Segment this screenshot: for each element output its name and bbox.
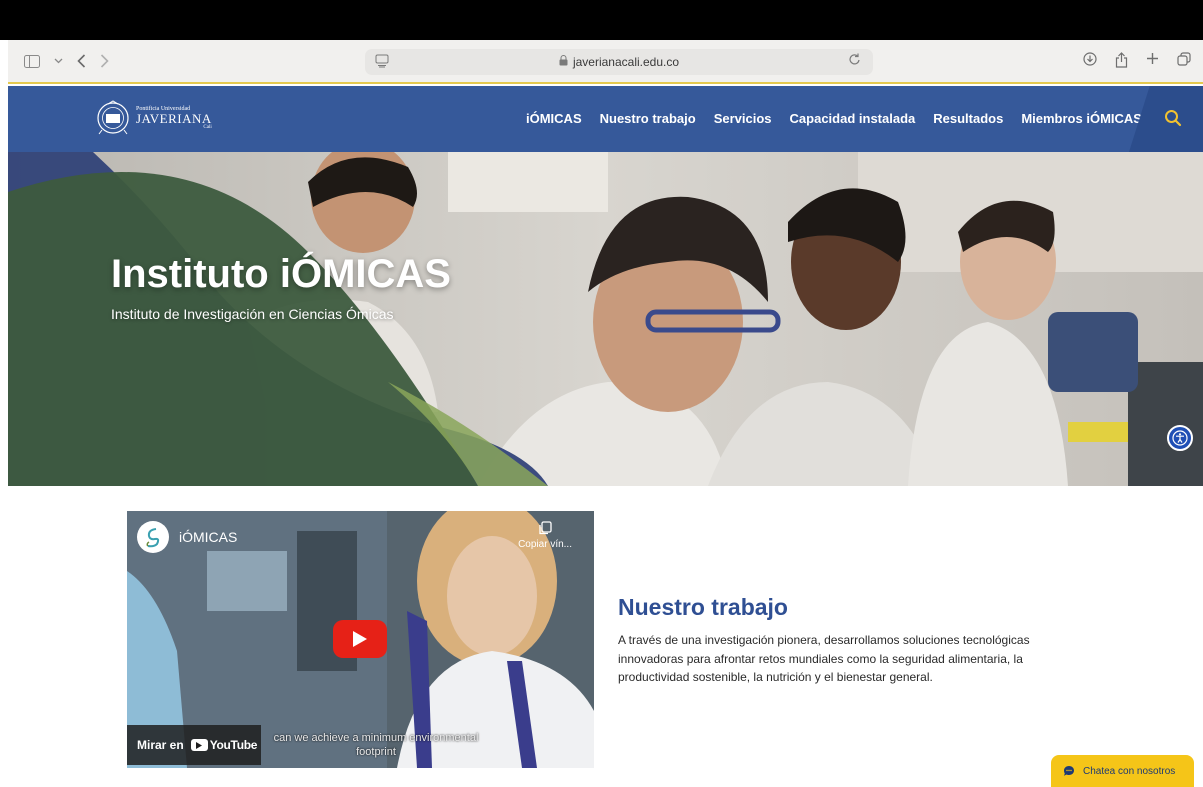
nav-item-iomicas[interactable]: iÓMICAS: [526, 111, 582, 126]
copy-icon: [539, 521, 552, 535]
share-icon[interactable]: [1115, 52, 1128, 73]
watch-on-youtube-button[interactable]: Mirar en YouTube: [127, 725, 261, 765]
youtube-logo: YouTube: [190, 738, 258, 752]
channel-avatar[interactable]: [137, 521, 169, 553]
nav-item-servicios[interactable]: Servicios: [714, 111, 772, 126]
copy-link-label: Copiar vín...: [518, 539, 572, 550]
video-caption: can we achieve a minimum environmental f…: [273, 732, 479, 758]
accessibility-button[interactable]: [1167, 425, 1193, 451]
sidebar-toggle-icon[interactable]: [24, 54, 40, 68]
play-button[interactable]: [333, 620, 387, 658]
new-tab-icon[interactable]: [1146, 52, 1159, 73]
hero-banner: Instituto iÓMICAS Instituto de Investiga…: [8, 152, 1203, 486]
nav-item-nuestro-trabajo[interactable]: Nuestro trabajo: [600, 111, 696, 126]
accessibility-icon: [1172, 430, 1188, 446]
tab-overview-icon[interactable]: [1177, 52, 1191, 73]
main-nav: iÓMICAS Nuestro trabajo Servicios Capaci…: [526, 111, 1142, 126]
back-icon[interactable]: [77, 54, 86, 68]
youtube-play-icon: [190, 739, 208, 751]
search-icon[interactable]: [1163, 108, 1183, 128]
url-text: javerianacali.edu.co: [572, 55, 680, 69]
download-icon[interactable]: [1083, 52, 1097, 73]
javeriana-logo[interactable]: Pontificia Universidad JAVERIANA Cali: [96, 100, 212, 136]
chat-button-label: Chatea con nosotros: [1083, 765, 1176, 777]
watch-on-label: Mirar en: [137, 738, 184, 752]
university-seal-icon: [97, 100, 129, 135]
forward-icon[interactable]: [100, 54, 109, 68]
section-body: A través de una investigación pionera, d…: [618, 633, 1030, 685]
chevron-down-icon[interactable]: [54, 58, 63, 64]
hero-title: Instituto iÓMICAS: [111, 252, 451, 296]
youtube-video-embed[interactable]: iÓMICAS Copiar vín... can we achieve a m…: [127, 511, 594, 768]
hero-subtitle: Instituto de Investigación en Ciencias Ó…: [111, 306, 394, 322]
browser-toolbar: javerianacali.edu.co: [8, 40, 1203, 84]
copy-link-button[interactable]: Copiar vín...: [518, 521, 572, 550]
play-icon: [353, 631, 367, 647]
logo-line-2: JAVERIANA: [136, 111, 212, 126]
reload-icon[interactable]: [849, 53, 861, 69]
youtube-wordmark: YouTube: [209, 738, 258, 752]
screen-top-bar: [0, 0, 1203, 40]
lock-icon: [559, 55, 568, 69]
nav-item-miembros-iomicas[interactable]: Miembros iÓMICAS: [1021, 111, 1142, 126]
iomicas-logo-icon: [146, 528, 160, 548]
address-bar[interactable]: javerianacali.edu.co: [365, 49, 873, 75]
page-settings-icon[interactable]: [375, 54, 389, 71]
site-header: Pontificia Universidad JAVERIANA Cali iÓ…: [8, 86, 1203, 152]
nav-item-capacidad-instalada[interactable]: Capacidad instalada: [790, 111, 916, 126]
nav-item-resultados[interactable]: Resultados: [933, 111, 1003, 126]
section-title: Nuestro trabajo: [618, 594, 788, 620]
chat-bubble-icon: [1064, 766, 1074, 776]
channel-name[interactable]: iÓMICAS: [179, 529, 237, 545]
chat-button[interactable]: Chatea con nosotros: [1051, 755, 1194, 787]
